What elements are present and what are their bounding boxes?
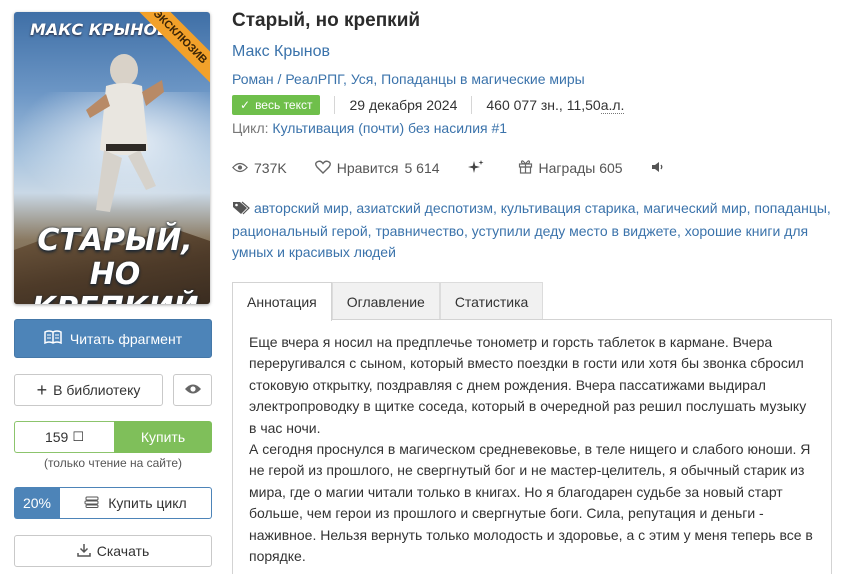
status-badge: ✓ весь текст xyxy=(232,95,321,115)
tab-contents[interactable]: Оглавление xyxy=(331,282,440,320)
like-button[interactable]: Нравится 5 614 xyxy=(314,160,440,177)
price-display: 159 ☐ xyxy=(14,421,114,453)
awards-label: Награды 605 xyxy=(538,160,623,176)
follow-button[interactable] xyxy=(173,374,212,406)
likes-label: Нравится xyxy=(336,160,399,176)
download-label: Скачать xyxy=(96,543,150,559)
publish-date: 29 декабря 2024 xyxy=(349,97,458,113)
buy-cycle-button[interactable]: Купить цикл xyxy=(60,487,212,519)
book-size-unit: а.л. xyxy=(600,96,625,114)
tab-statistics[interactable]: Статистика xyxy=(439,282,544,320)
cover-title-line2: НО КРЕПКИЙ xyxy=(32,257,199,305)
check-icon: ✓ xyxy=(240,98,251,112)
speaker-icon xyxy=(651,160,665,176)
cover-art-figure xyxy=(86,54,164,212)
cycle-info: Цикл: Культивация (почти) без насилия #1 xyxy=(232,120,507,136)
books-stack-icon xyxy=(84,495,100,511)
eye-icon xyxy=(232,160,248,176)
tags-list: авторский мир, азиатский деспотизм, куль… xyxy=(232,198,832,263)
eye-icon xyxy=(184,382,202,398)
likes-count: 5 614 xyxy=(404,160,440,176)
cover-title-line1: СТАРЫЙ, xyxy=(37,223,193,258)
annotation-paragraph: А сегодня проснулся в магическом среднев… xyxy=(249,441,813,565)
stats-row: 737K Нравится 5 614 Награды 605 xyxy=(232,158,699,178)
cycle-discount-badge: 20% xyxy=(14,487,60,519)
open-book-icon xyxy=(44,330,62,347)
divider xyxy=(334,96,336,114)
plus-icon: + xyxy=(36,380,48,400)
genres-link[interactable]: Роман / РеалРПГ, Уся, Попаданцы в магиче… xyxy=(232,71,585,87)
awards-button[interactable]: Награды 605 xyxy=(518,159,623,177)
book-tabs: Аннотация Оглавление Статистика xyxy=(232,282,544,321)
gift-icon xyxy=(518,159,533,177)
download-button[interactable]: Скачать xyxy=(14,535,212,567)
annotation-panel: Еще вчера я носил на предплечье тонометр… xyxy=(232,319,832,574)
currency-icon: ☐ xyxy=(72,429,84,444)
views-count: 737K xyxy=(254,160,287,176)
tab-annotation[interactable]: Аннотация xyxy=(232,282,332,321)
buy-cycle-label: Купить цикл xyxy=(108,495,187,511)
sparkle-button[interactable] xyxy=(467,159,490,178)
cover-title: СТАРЫЙ, НО КРЕПКИЙ xyxy=(22,223,208,305)
author-link[interactable]: Макс Крынов xyxy=(232,43,330,61)
read-fragment-button[interactable]: Читать фрагмент xyxy=(14,319,212,358)
cycle-prefix: Цикл: xyxy=(232,120,273,136)
read-fragment-label: Читать фрагмент xyxy=(69,330,183,347)
book-title: Старый, но крепкий xyxy=(232,10,421,31)
audio-button[interactable] xyxy=(651,160,671,176)
heart-icon xyxy=(314,160,331,177)
price-value: 159 xyxy=(44,429,69,445)
divider xyxy=(471,96,473,114)
tag-icon xyxy=(232,200,250,221)
cycle-link[interactable]: Культивация (почти) без насилия #1 xyxy=(272,120,507,136)
add-to-library-button[interactable]: + В библиотеку xyxy=(14,374,163,406)
buy-note: (только чтение на сайте) xyxy=(43,456,183,470)
add-to-library-label: В библиотеку xyxy=(53,382,141,398)
buy-button[interactable]: Купить xyxy=(114,421,212,453)
book-meta: ✓ весь текст 29 декабря 2024 460 077 зн.… xyxy=(232,94,625,116)
book-size: 460 077 зн., 11,50 xyxy=(486,97,601,113)
tags-text[interactable]: авторский мир, азиатский деспотизм, куль… xyxy=(232,200,831,260)
book-cover[interactable]: МАКС КРЫНОВ СТАРЫЙ, НО КРЕПКИЙ ЭКСКЛЮЗИВ xyxy=(14,12,210,304)
status-badge-label: весь текст xyxy=(255,98,313,112)
sparkle-icon xyxy=(467,159,484,178)
download-icon xyxy=(77,543,91,560)
views-stat: 737K xyxy=(232,160,287,176)
annotation-paragraph: Еще вчера я носил на предплечье тонометр… xyxy=(249,334,807,436)
